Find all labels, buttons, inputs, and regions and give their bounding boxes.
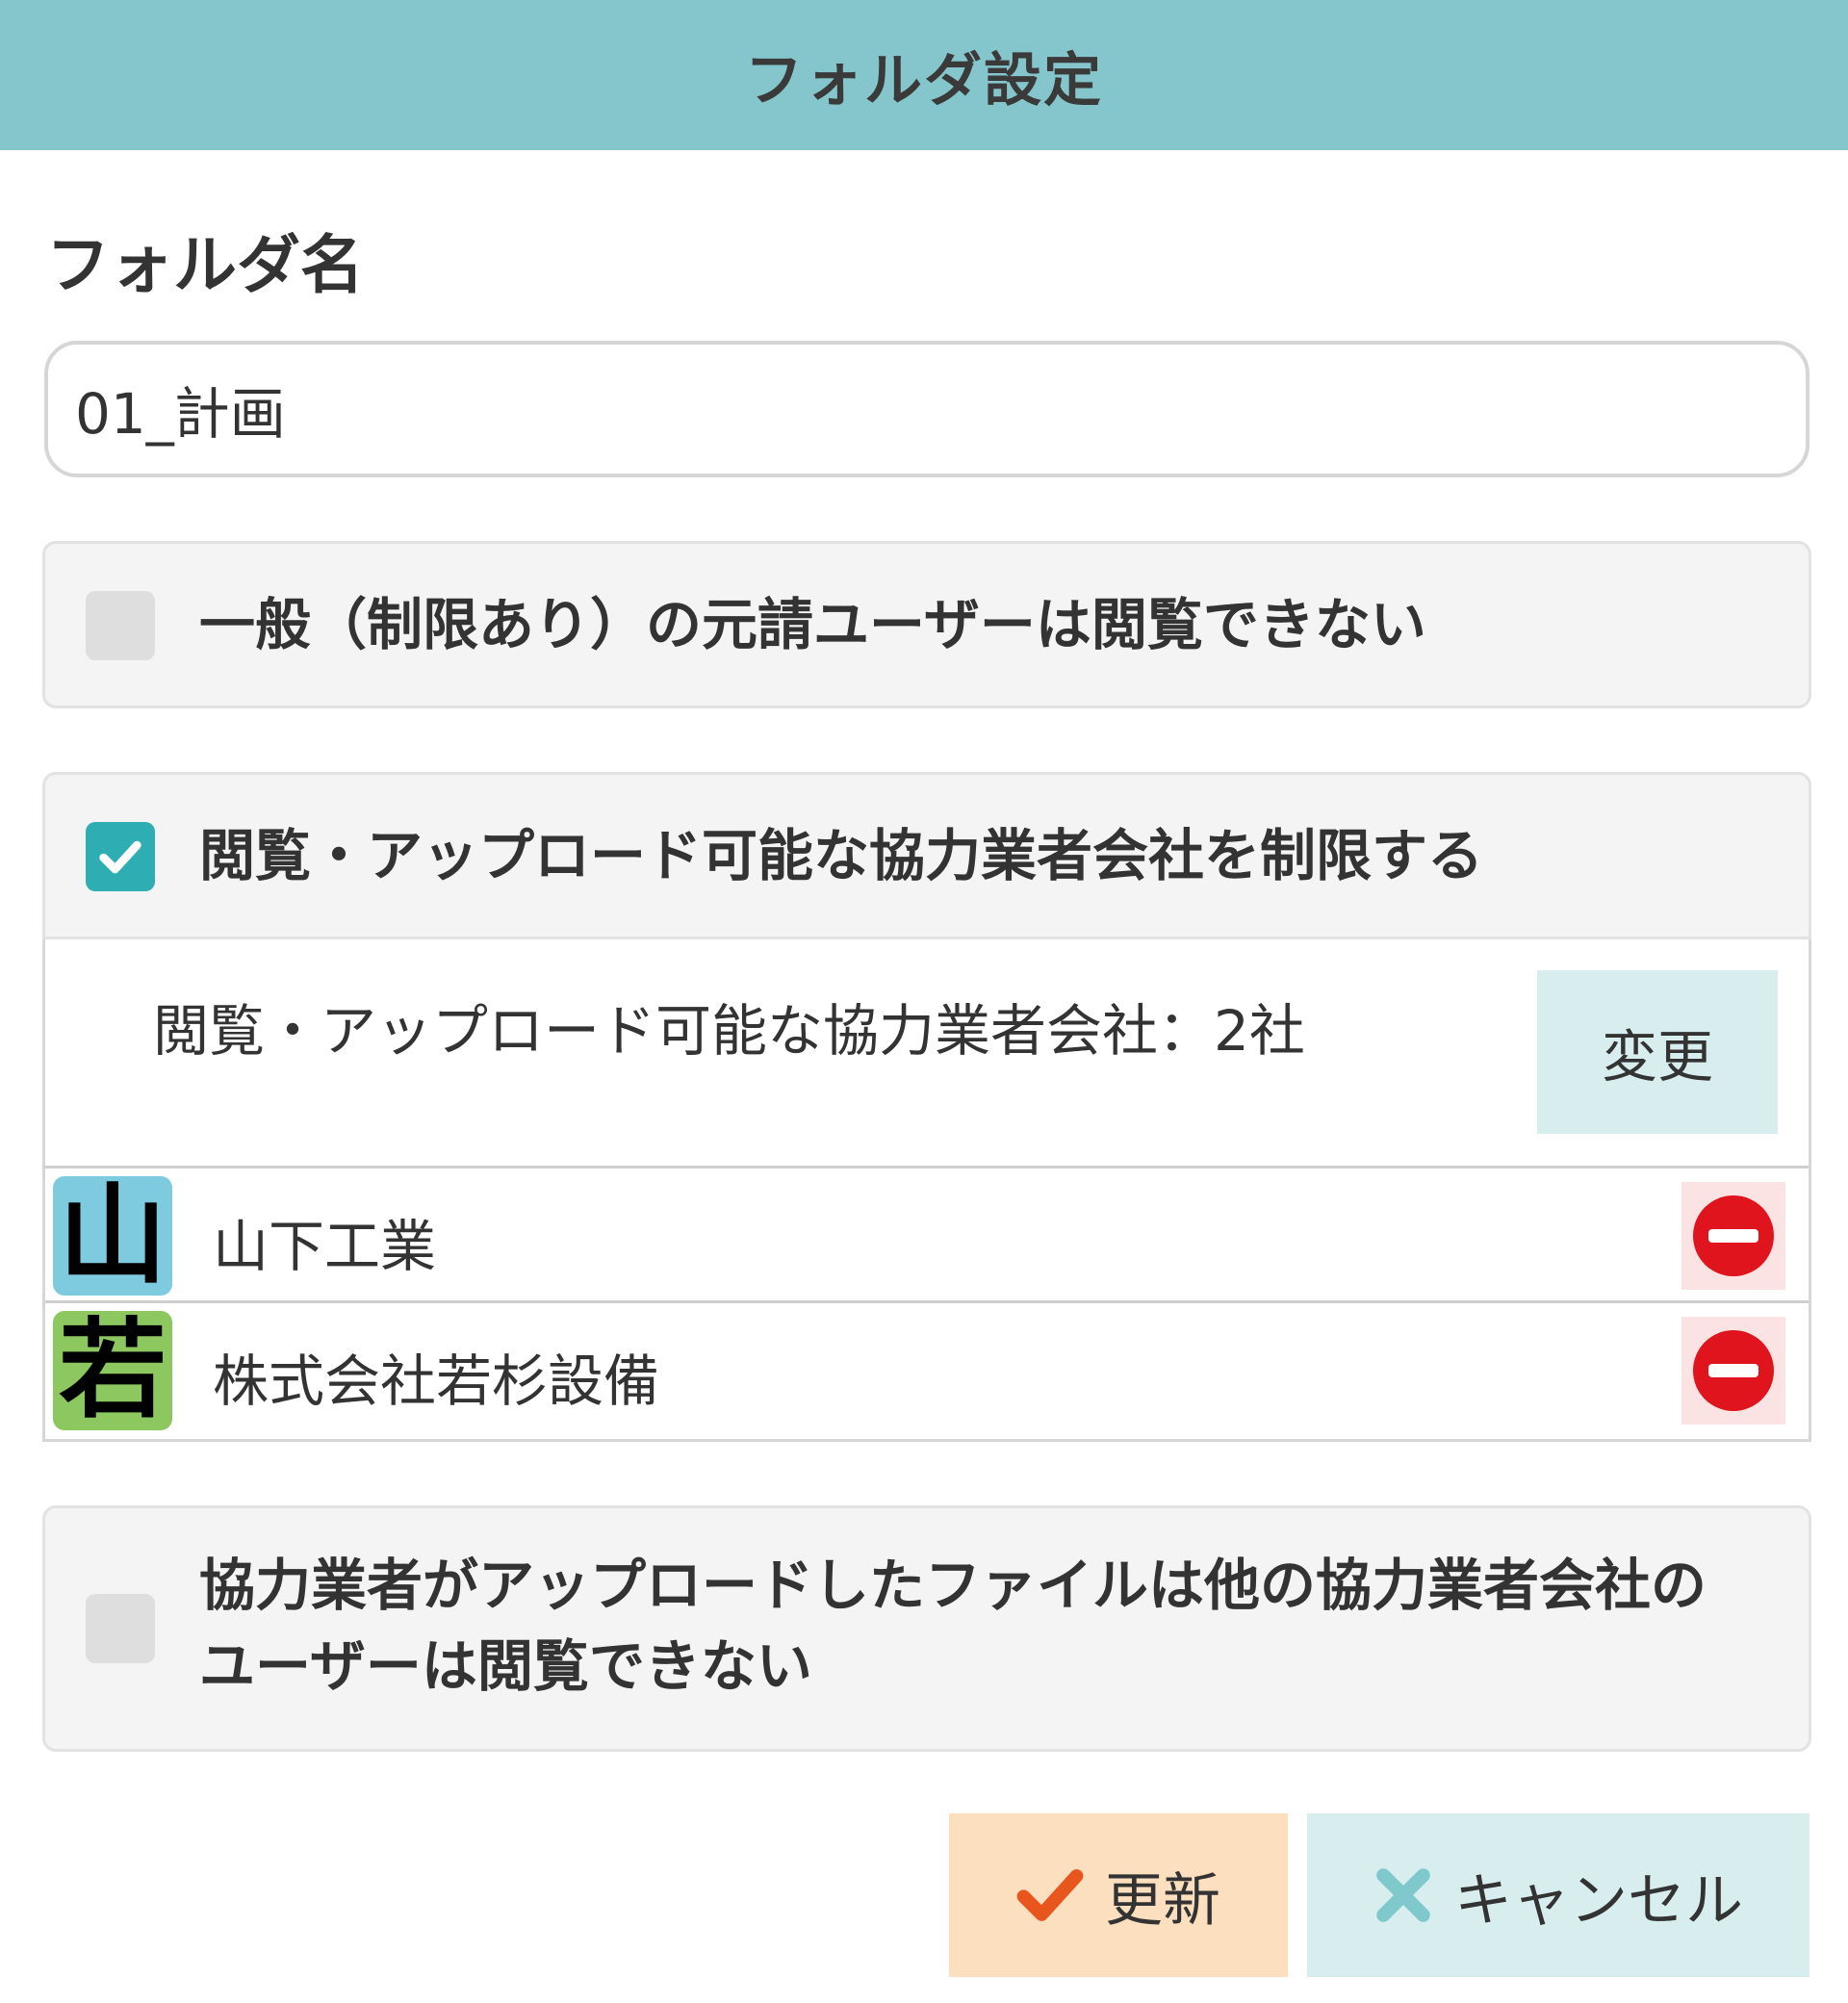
dialog-header: フォルダ設定 — [0, 0, 1848, 150]
option-2-checkbox[interactable] — [86, 822, 155, 891]
company-row: 若 株式会社若杉設備 — [45, 1303, 1809, 1439]
partner-companies-panel: 閲覧・アップロード可能な協力業者会社：2社 変更 山 山下工業 若 株式会社若杉… — [42, 939, 1811, 1442]
remove-circle-icon — [1693, 1195, 1774, 1276]
update-button[interactable]: 更新 — [949, 1813, 1288, 1977]
cancel-button-label: キャンセル — [1454, 1866, 1743, 1935]
remove-company-button[interactable] — [1681, 1182, 1785, 1290]
remove-company-button[interactable] — [1681, 1317, 1785, 1425]
option-2-label[interactable]: 閲覧・アップロード可能な協力業者会社を制限する — [199, 815, 1483, 896]
cancel-button[interactable]: キャンセル — [1307, 1813, 1810, 1977]
update-button-label: 更新 — [1105, 1866, 1220, 1935]
check-icon — [99, 840, 141, 874]
option-hide-other-partner-files: 協力業者がアップロードしたファイルは他の協力業者会社のユーザーは閲覧できない — [42, 1505, 1811, 1752]
change-companies-button[interactable]: 変更 — [1537, 970, 1778, 1134]
folder-name-label: フォルダ名 — [46, 228, 364, 302]
company-name: 株式会社若杉設備 — [213, 1348, 660, 1414]
option-3-checkbox[interactable] — [86, 1594, 155, 1663]
option-1-label[interactable]: 一般（制限あり）の元請ユーザーは閲覧できない — [199, 584, 1426, 665]
company-count-row: 閲覧・アップロード可能な協力業者会社：2社 変更 — [45, 939, 1809, 1168]
company-avatar: 山 — [53, 1176, 172, 1296]
option-1-checkbox[interactable] — [86, 591, 155, 660]
option-restrict-general-users: 一般（制限あり）の元請ユーザーは閲覧できない — [42, 541, 1811, 708]
close-icon — [1376, 1868, 1430, 1922]
remove-circle-icon — [1693, 1330, 1774, 1411]
dialog-title: フォルダ設定 — [745, 46, 1103, 115]
company-name: 山下工業 — [213, 1214, 437, 1279]
option-restrict-partner-companies: 閲覧・アップロード可能な協力業者会社を制限する — [42, 772, 1811, 939]
folder-name-input[interactable] — [44, 341, 1810, 477]
company-row: 山 山下工業 — [45, 1168, 1809, 1303]
company-count-label: 閲覧・アップロード可能な協力業者会社：2社 — [153, 998, 1305, 1064]
check-icon — [1016, 1869, 1084, 1921]
option-3-label[interactable]: 協力業者がアップロードしたファイルは他の協力業者会社のユーザーは閲覧できない — [199, 1545, 1758, 1707]
company-avatar: 若 — [53, 1311, 172, 1430]
